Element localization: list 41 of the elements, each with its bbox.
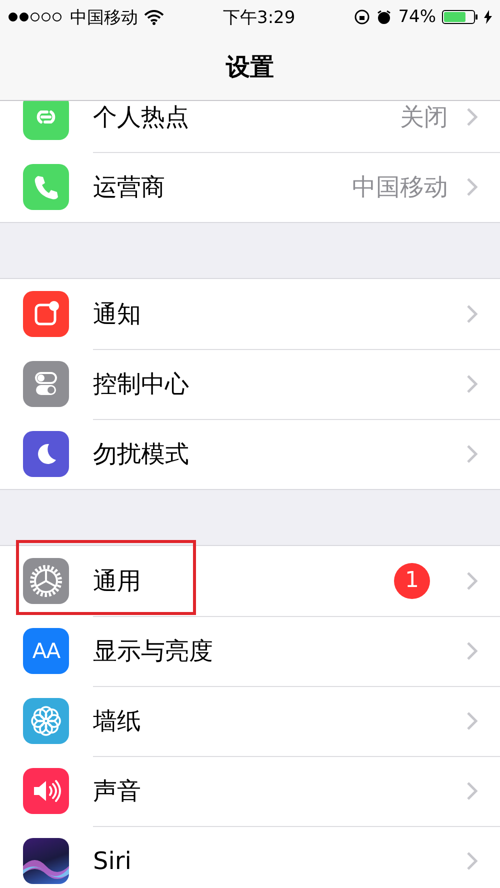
wallpaper-icon: [23, 698, 69, 744]
row-value: 关闭: [400, 102, 448, 132]
chevron-icon: [466, 177, 478, 197]
battery-percent: 74%: [398, 7, 436, 27]
chevron-icon: [466, 444, 478, 464]
notifications-icon: [23, 291, 69, 337]
row-label[interactable]: 显示与亮度: [93, 634, 466, 666]
chevron-icon: [466, 851, 478, 871]
battery-icon: [442, 9, 478, 25]
row-label[interactable]: 通知: [93, 298, 466, 330]
row-value: 中国移动: [352, 172, 448, 203]
carrier-name: 中国移动: [70, 6, 138, 28]
status-time: 下午3:29: [223, 6, 296, 28]
chevron-icon: [466, 640, 478, 660]
row-label[interactable]: 控制中心: [93, 368, 466, 400]
wifi-icon: [144, 10, 164, 24]
chevron-icon: [466, 710, 478, 730]
nav-title: 设置: [226, 52, 274, 83]
row-label[interactable]: 墙纸: [93, 704, 466, 736]
control-icon: [23, 361, 69, 407]
row-label[interactable]: 勿扰模式: [93, 438, 466, 470]
chevron-icon: [466, 780, 478, 800]
chevron-icon: [466, 106, 478, 126]
row-label[interactable]: 声音: [93, 774, 466, 806]
siri-icon: [23, 838, 69, 884]
notification-badge: 1: [394, 562, 430, 598]
icon-text: AA: [32, 639, 60, 663]
row-label[interactable]: 运营商: [93, 171, 352, 203]
chevron-icon: [466, 304, 478, 324]
row-label[interactable]: 个人热点: [93, 101, 400, 132]
settings-icon: [23, 558, 69, 604]
row-label[interactable]: 通用: [93, 564, 394, 596]
phone-icon: [23, 164, 69, 210]
alarm-icon: [376, 9, 392, 25]
chevron-icon: [466, 570, 478, 590]
row-label[interactable]: Siri: [93, 847, 466, 875]
chevron-icon: [466, 374, 478, 394]
moon-icon: [23, 431, 69, 477]
sound-icon: [23, 768, 69, 814]
signal-icon: [8, 12, 64, 22]
rotation-lock-icon: [354, 9, 370, 25]
